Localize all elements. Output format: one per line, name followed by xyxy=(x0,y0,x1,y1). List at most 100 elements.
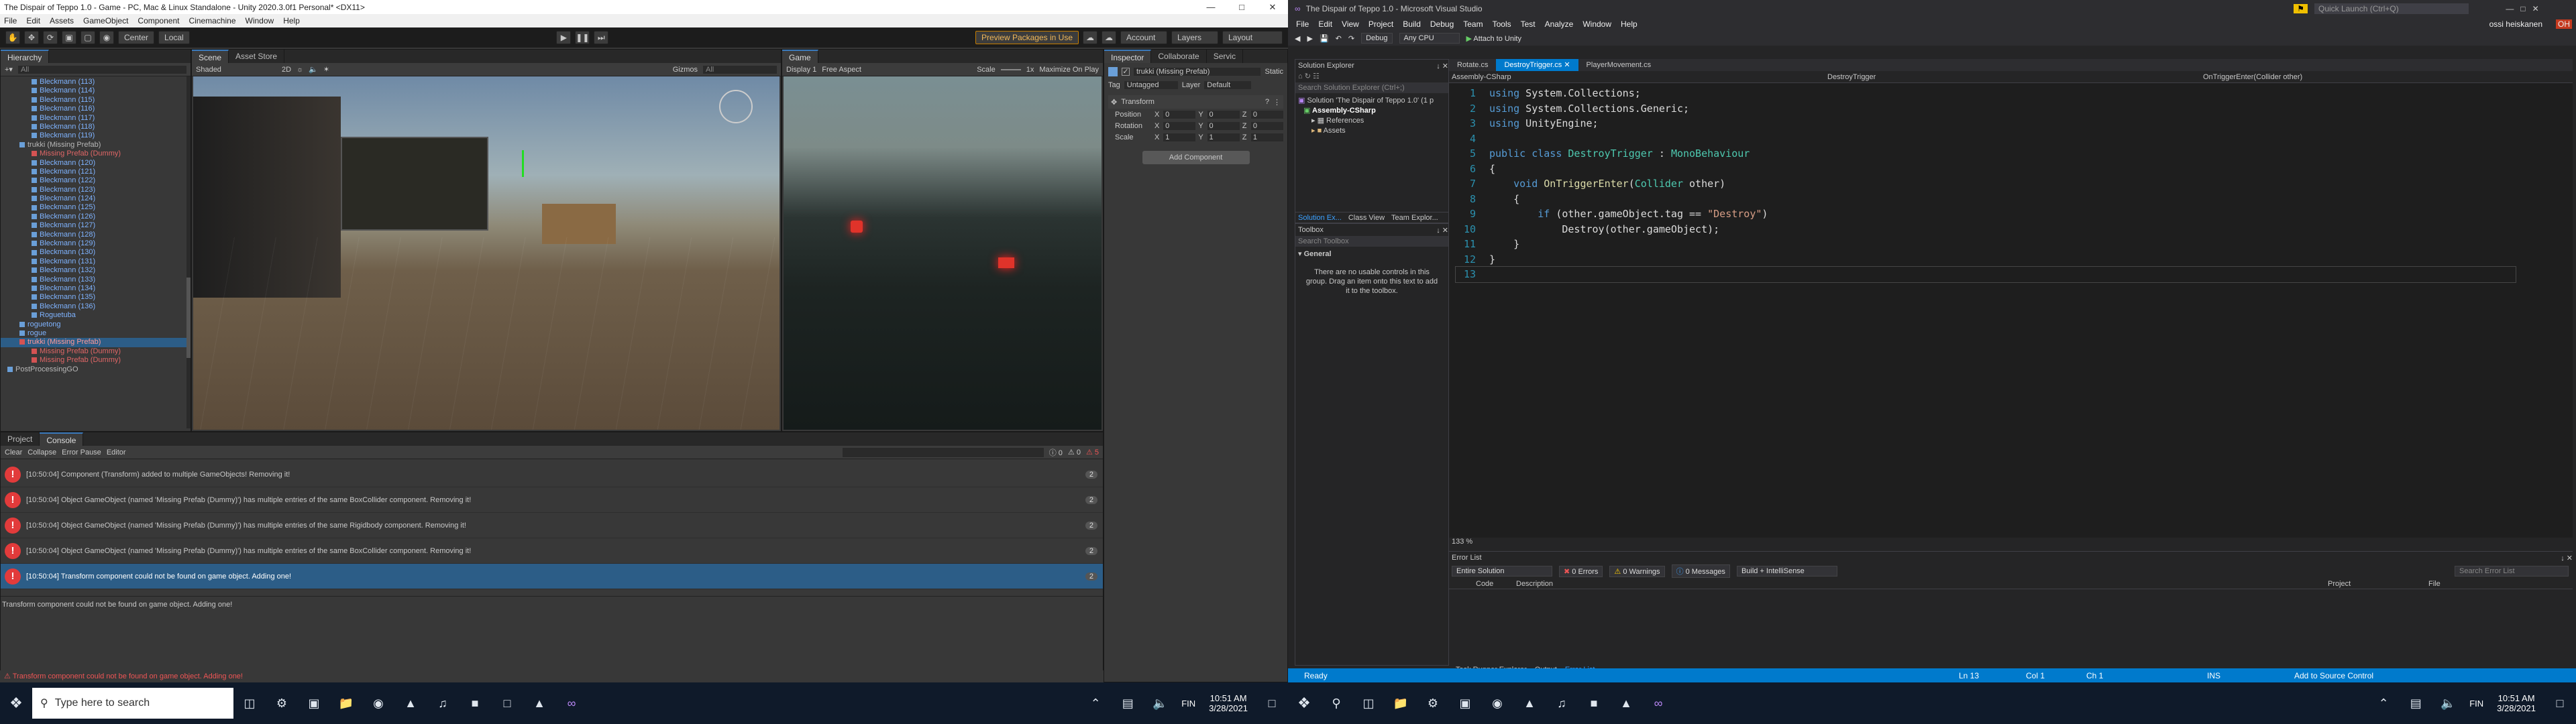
transform-x-field[interactable]: 0 xyxy=(1163,110,1196,119)
error-list-search[interactable]: Search Error List xyxy=(2455,566,2569,577)
hierarchy-item[interactable]: Bleckmann (134) xyxy=(1,284,191,293)
hierarchy-item[interactable]: rogue xyxy=(1,329,191,338)
messages-filter[interactable]: ⓘ 0 Messages xyxy=(1671,564,1730,578)
chrome-icon[interactable]: ◉ xyxy=(1485,691,1509,715)
aspect-dropdown[interactable]: Free Aspect xyxy=(822,66,861,74)
warning-count[interactable]: ⚠ 0 xyxy=(1068,448,1081,457)
tag-dropdown[interactable]: Untagged xyxy=(1124,81,1178,89)
console-log-entry[interactable]: ! [10:50:04] Object GameObject (named 'Mi… xyxy=(1,513,1103,538)
hierarchy-item[interactable]: Bleckmann (123) xyxy=(1,186,191,194)
save-icon[interactable]: 💾 xyxy=(1320,34,1329,43)
max-icon[interactable]: □ xyxy=(2520,4,2525,13)
steam-icon[interactable]: ⚙ xyxy=(270,691,294,715)
pin-icon[interactable]: ↓ ✕ xyxy=(2561,554,2573,562)
hierarchy-item[interactable]: Roguetuba xyxy=(1,311,191,320)
member-dropdown[interactable]: OnTriggerEnter(Collider other) xyxy=(2200,73,2302,81)
hierarchy-item[interactable]: Bleckmann (132) xyxy=(1,266,191,275)
transform-x-field[interactable]: 0 xyxy=(1163,121,1196,130)
build-filter-dropdown[interactable]: Build + IntelliSense xyxy=(1736,566,1837,577)
console-log-entry[interactable]: ! [10:50:04] Component (Transform) added … xyxy=(1,462,1103,487)
volume-icon[interactable]: 🔈 xyxy=(2436,691,2460,715)
col-code[interactable]: Code xyxy=(1476,580,1516,588)
tab-destroytrigger-cs[interactable]: DestroyTrigger.cs ✕ xyxy=(1496,59,1578,71)
game-viewport[interactable] xyxy=(784,76,1102,430)
config-dropdown[interactable]: Debug xyxy=(1361,33,1393,44)
hierarchy-item[interactable]: Bleckmann (125) xyxy=(1,203,191,212)
menu-edit[interactable]: Edit xyxy=(26,16,40,25)
hierarchy-item[interactable]: Missing Prefab (Dummy) xyxy=(1,149,191,158)
transform-z-field[interactable]: 0 xyxy=(1250,110,1284,119)
app-icon[interactable]: □ xyxy=(495,691,519,715)
scale-slider[interactable] xyxy=(1000,68,1021,70)
pivot-local-button[interactable]: Local xyxy=(158,31,190,44)
hierarchy-item[interactable]: Bleckmann (115) xyxy=(1,96,191,105)
menu-help[interactable]: Help xyxy=(283,16,300,25)
language-indicator[interactable]: FIN xyxy=(1181,699,1195,709)
move-tool-icon[interactable]: ✥ xyxy=(24,31,39,44)
scale-tool-icon[interactable]: ▣ xyxy=(62,31,76,44)
col-file[interactable]: File xyxy=(2428,580,2440,588)
menu-window[interactable]: Window xyxy=(246,16,274,25)
pause-icon[interactable]: ❚❚ xyxy=(575,31,590,44)
class-dropdown[interactable]: DestroyTrigger xyxy=(1825,73,2200,81)
notifications-icon[interactable]: □ xyxy=(1260,691,1284,715)
tab-inspector[interactable]: Inspector xyxy=(1104,50,1152,63)
audio-icon[interactable]: 🔈 xyxy=(309,65,318,74)
user-avatar[interactable]: OH xyxy=(2556,19,2572,29)
hierarchy-item[interactable]: Bleckmann (114) xyxy=(1,86,191,95)
project-node[interactable]: ▣ Assembly-CSharp xyxy=(1298,106,1446,116)
log-count[interactable]: ⓘ 0 xyxy=(1049,447,1063,458)
task-view-icon[interactable]: ◫ xyxy=(1356,691,1381,715)
tab-rotate-cs[interactable]: Rotate.cs xyxy=(1449,61,1496,69)
layers-dropdown[interactable]: Layers xyxy=(1171,31,1218,44)
hierarchy-item[interactable]: Bleckmann (126) xyxy=(1,213,191,221)
app-icon[interactable]: ▣ xyxy=(1453,691,1477,715)
shading-dropdown[interactable]: Shaded xyxy=(196,66,276,74)
menu-view[interactable]: View xyxy=(1342,19,1359,29)
hand-tool-icon[interactable]: ✋ xyxy=(5,31,20,44)
scene-search[interactable]: All xyxy=(703,65,777,74)
hierarchy-item[interactable]: Bleckmann (131) xyxy=(1,257,191,266)
file-explorer-icon[interactable]: 📁 xyxy=(334,691,358,715)
transform-header[interactable]: Transform xyxy=(1121,98,1261,106)
notification-flag-icon[interactable]: ⚑ xyxy=(2294,4,2308,13)
console-clear-button[interactable]: Clear xyxy=(5,448,22,457)
tray-chevron-icon[interactable]: ⌃ xyxy=(2371,691,2396,715)
tab-services[interactable]: Servic xyxy=(1207,50,1244,63)
language-indicator[interactable]: FIN xyxy=(2469,699,2483,709)
network-icon[interactable]: ▤ xyxy=(1116,691,1140,715)
chrome-icon[interactable]: ◉ xyxy=(366,691,390,715)
col-project[interactable]: Project xyxy=(2328,580,2428,588)
console-log-entry[interactable]: ! [10:50:04] Object GameObject (named 'Mi… xyxy=(1,487,1103,513)
maximize-on-play-toggle[interactable]: Maximize On Play xyxy=(1039,66,1099,74)
hierarchy-item[interactable]: Missing Prefab (Dummy) xyxy=(1,356,191,365)
hierarchy-item[interactable]: trukki (Missing Prefab) xyxy=(1,141,191,149)
console-search[interactable] xyxy=(842,447,1044,457)
collab-icon[interactable]: ☁ xyxy=(1083,31,1097,44)
hierarchy-item[interactable]: Bleckmann (116) xyxy=(1,105,191,113)
maximize-icon[interactable]: □ xyxy=(1226,2,1257,12)
transform-x-field[interactable]: 1 xyxy=(1163,133,1196,141)
transform-z-field[interactable]: 0 xyxy=(1250,121,1284,130)
windows-start-icon[interactable]: ❖ xyxy=(4,691,28,715)
col-description[interactable]: Description xyxy=(1516,580,2328,588)
references-node[interactable]: ▸ ▦ References xyxy=(1298,116,1446,126)
hierarchy-item[interactable]: Bleckmann (121) xyxy=(1,168,191,176)
spotify-icon[interactable]: ♫ xyxy=(431,691,455,715)
spotify-icon[interactable]: ♫ xyxy=(1550,691,1574,715)
transform-y-field[interactable]: 0 xyxy=(1207,121,1240,130)
scene-viewport[interactable] xyxy=(193,76,780,430)
hierarchy-item[interactable]: Bleckmann (113) xyxy=(1,78,191,86)
add-icon[interactable]: +▾ xyxy=(5,65,13,74)
hierarchy-item[interactable]: Bleckmann (136) xyxy=(1,302,191,311)
hierarchy-item[interactable]: Bleckmann (129) xyxy=(1,239,191,248)
windows-start-icon[interactable]: ❖ xyxy=(1292,691,1316,715)
redo-icon[interactable]: ↷ xyxy=(1348,34,1354,43)
code-content[interactable]: 1 using System.Collections; 2 using System… xyxy=(1455,86,2516,283)
menu-edit[interactable]: Edit xyxy=(1318,19,1332,29)
hierarchy-item[interactable]: roguetong xyxy=(1,320,191,329)
tab-game[interactable]: Game xyxy=(782,50,818,63)
hierarchy-item[interactable]: Bleckmann (120) xyxy=(1,159,191,168)
volume-icon[interactable]: 🔈 xyxy=(1148,691,1172,715)
task-view-icon[interactable]: ◫ xyxy=(237,691,262,715)
